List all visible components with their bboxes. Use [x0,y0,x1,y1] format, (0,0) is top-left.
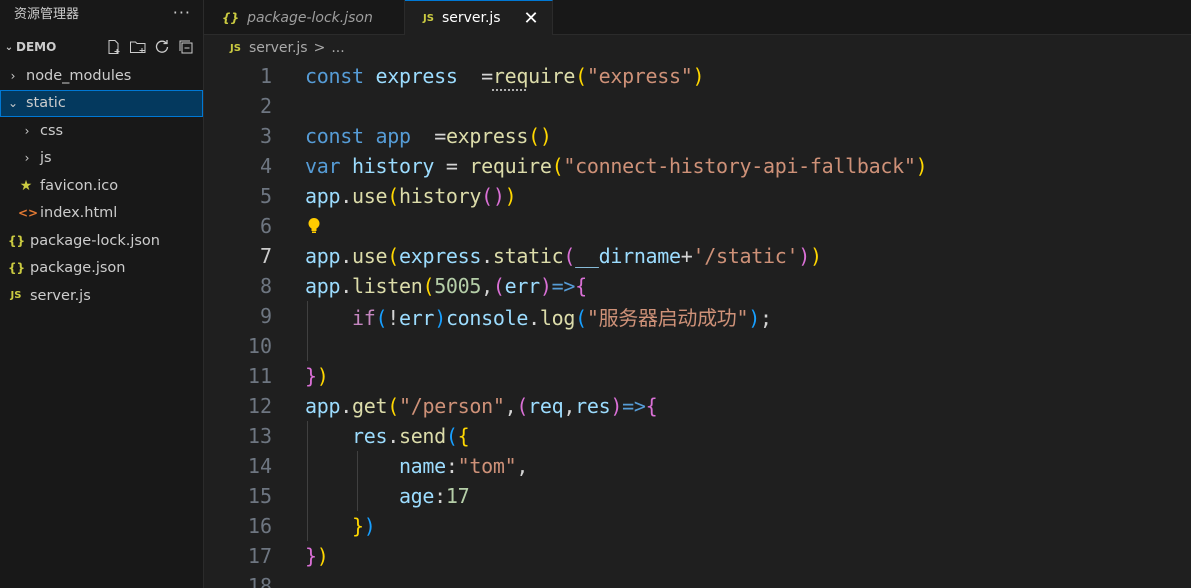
chevron-down-icon: ⌄ [4,41,14,53]
code-line-9: if(!err)console.log("服务器启动成功"); [351,305,772,330]
code-line-12: app.get("/person",(req,res)=>{ [305,394,658,418]
code-line-13: res.send({ [351,424,470,448]
close-icon[interactable]: ✕ [522,8,540,29]
workspace-section[interactable]: ⌄ DEMO [0,36,203,58]
tree-item-label: package.json [30,260,126,277]
breadcrumb-separator: > [313,40,326,56]
line-number: 18 [247,574,272,588]
editor-tabs: {} package-lock.json JS server.js ✕ [204,0,1191,35]
explorer-title: 资源管理器 [14,6,80,22]
tree-item-node-modules[interactable]: › node_modules [0,62,203,90]
new-folder-icon[interactable] [129,38,147,56]
tree-item-label: css [40,122,64,139]
js-file-icon: JS [230,42,241,54]
refresh-icon[interactable] [153,38,171,56]
tree-item-package-lock[interactable]: {} package-lock.json [0,227,203,255]
tree-item-js[interactable]: › js [0,145,203,173]
tab-label: package-lock.json [247,9,373,26]
tree-item-label: favicon.ico [40,177,119,194]
tree-item-label: node_modules [26,67,132,84]
tab-server-js[interactable]: JS server.js ✕ [405,0,553,35]
code-line-11: }) [305,364,329,388]
lightbulb-icon[interactable] [307,211,321,241]
tree-item-server-js[interactable]: JS server.js [0,282,203,310]
code-line-17: }) [305,544,329,568]
collapse-all-icon[interactable] [177,38,195,56]
html-file-icon: <> [18,206,39,221]
file-tree: › node_modules ⌄ static › css › js ★ fav… [0,62,203,310]
code-line-14: name:"tom", [398,454,529,478]
breadcrumb-symbol[interactable]: ... [331,40,344,56]
workspace-title: DEMO [16,40,57,54]
vscode-window: 资源管理器 ··· ⌄ DEMO › node_modules ⌄ static… [0,0,1191,588]
new-file-icon[interactable] [105,38,123,56]
code-line-7: app.use(express.static(__dirname+'/stati… [305,244,822,268]
more-actions-icon[interactable]: ··· [173,3,191,22]
line-number: 6 [259,214,272,238]
tree-item-label: index.html [40,205,118,222]
tree-item-static[interactable]: ⌄ static [0,89,203,117]
breadcrumb-file[interactable]: server.js [249,40,308,56]
json-file-icon: {} [222,10,240,25]
code-editor[interactable]: 1 2 3 4 5 6 7 8 9 10 11 12 13 14 15 16 1… [204,61,1191,588]
explorer-sidebar: 资源管理器 ··· ⌄ DEMO › node_modules ⌄ static… [0,0,204,588]
tree-item-css[interactable]: › css [0,117,203,145]
explorer-actions [105,38,195,56]
chevron-down-icon: ⌄ [7,96,19,111]
tree-item-index-html[interactable]: <> index.html [0,200,203,228]
line-number: 10 [247,334,272,358]
code-line-3: const app =express() [305,124,552,148]
code-line-16: }) [351,514,376,538]
json-file-icon: {} [8,261,26,276]
js-file-icon: JS [10,290,22,302]
code-line-4: var history = require("connect-history-a… [305,154,928,178]
tree-item-label: server.js [30,287,91,304]
tree-item-package-json[interactable]: {} package.json [0,255,203,283]
line-number: 2 [259,94,272,118]
tree-item-label: js [40,150,52,167]
explorer-header: 资源管理器 ··· [0,0,203,24]
tab-package-lock[interactable]: {} package-lock.json [204,0,405,35]
json-file-icon: {} [8,233,26,248]
tree-item-label: static [26,95,66,112]
tab-label: server.js [441,10,501,26]
star-icon: ★ [19,177,33,194]
tree-item-label: package-lock.json [30,232,160,249]
js-file-icon: JS [423,12,434,24]
tree-item-favicon[interactable]: ★ favicon.ico [0,172,203,200]
code-line-5: app.use(history()) [305,184,517,208]
chevron-right-icon: › [10,68,16,83]
code-line-1: const express =require("express") [305,64,705,88]
code-line-15: age:17 [398,484,470,508]
chevron-right-icon: › [24,123,30,138]
code-line-8: app.listen(5005,(err)=>{ [305,274,587,298]
breadcrumb: JS server.js > ... [204,35,1191,61]
chevron-right-icon: › [24,151,30,166]
